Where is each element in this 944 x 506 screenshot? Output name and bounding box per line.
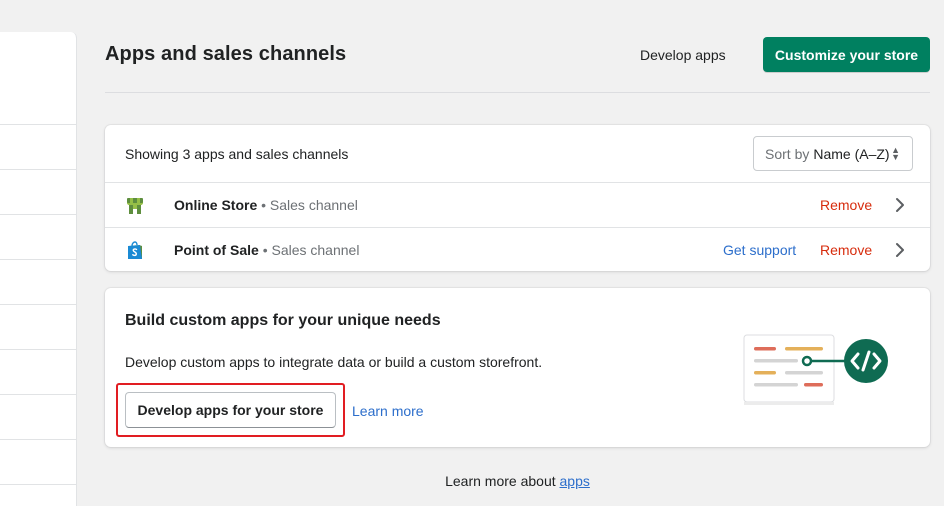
select-arrows-icon: ▲ ▼ [891, 145, 900, 162]
sidebar-divider [0, 439, 77, 440]
sidebar-divider [0, 124, 77, 125]
page-title: Apps and sales channels [105, 43, 347, 65]
apps-count-text: Showing 3 apps and sales channels [125, 146, 349, 162]
sidebar-divider [0, 169, 77, 170]
develop-apps-for-store-button[interactable]: Develop apps for your store [125, 392, 336, 428]
settings-sidebar [0, 32, 77, 506]
chevron-right-icon [896, 243, 904, 257]
app-row-online-store[interactable]: Online Store • Sales channel Remove [105, 183, 930, 228]
build-custom-apps-card: Build custom apps for your unique needs … [105, 288, 930, 447]
sort-value: Name (A–Z) [813, 145, 890, 162]
app-type: • Sales channel [262, 242, 360, 258]
customize-store-button[interactable]: Customize your store [763, 37, 930, 72]
app-type: • Sales channel [261, 197, 358, 213]
remove-online-store-button[interactable]: Remove [820, 197, 872, 213]
footer-prefix: Learn more about [445, 473, 560, 489]
chevron-right-icon [896, 198, 904, 212]
sidebar-divider [0, 304, 77, 305]
sidebar-divider [0, 259, 77, 260]
footer-text: Learn more about apps [0, 473, 944, 489]
app-row-point-of-sale[interactable]: Point of Sale • Sales channel Get suppor… [105, 228, 930, 273]
app-name: Online Store • Sales channel [174, 197, 358, 213]
develop-apps-button[interactable]: Develop apps [640, 44, 726, 66]
sidebar-divider [0, 394, 77, 395]
header-divider [105, 92, 930, 93]
get-support-link[interactable]: Get support [723, 242, 796, 258]
apps-help-link[interactable]: apps [560, 473, 590, 489]
build-card-description: Develop custom apps to integrate data or… [125, 354, 543, 370]
sort-prefix: Sort by [765, 145, 810, 162]
build-card-title: Build custom apps for your unique needs [125, 312, 441, 329]
learn-more-link[interactable]: Learn more [352, 403, 424, 419]
online-store-icon [127, 198, 143, 214]
custom-code-illustration [743, 334, 888, 405]
remove-point-of-sale-button[interactable]: Remove [820, 242, 872, 258]
apps-list-card: Showing 3 apps and sales channels Sort b… [105, 125, 930, 271]
point-of-sale-icon [128, 241, 142, 259]
app-name: Point of Sale • Sales channel [174, 242, 360, 258]
sidebar-divider [0, 349, 77, 350]
sort-select[interactable]: Sort by Name (A–Z) ▲ ▼ [753, 136, 913, 171]
sidebar-divider [0, 214, 77, 215]
